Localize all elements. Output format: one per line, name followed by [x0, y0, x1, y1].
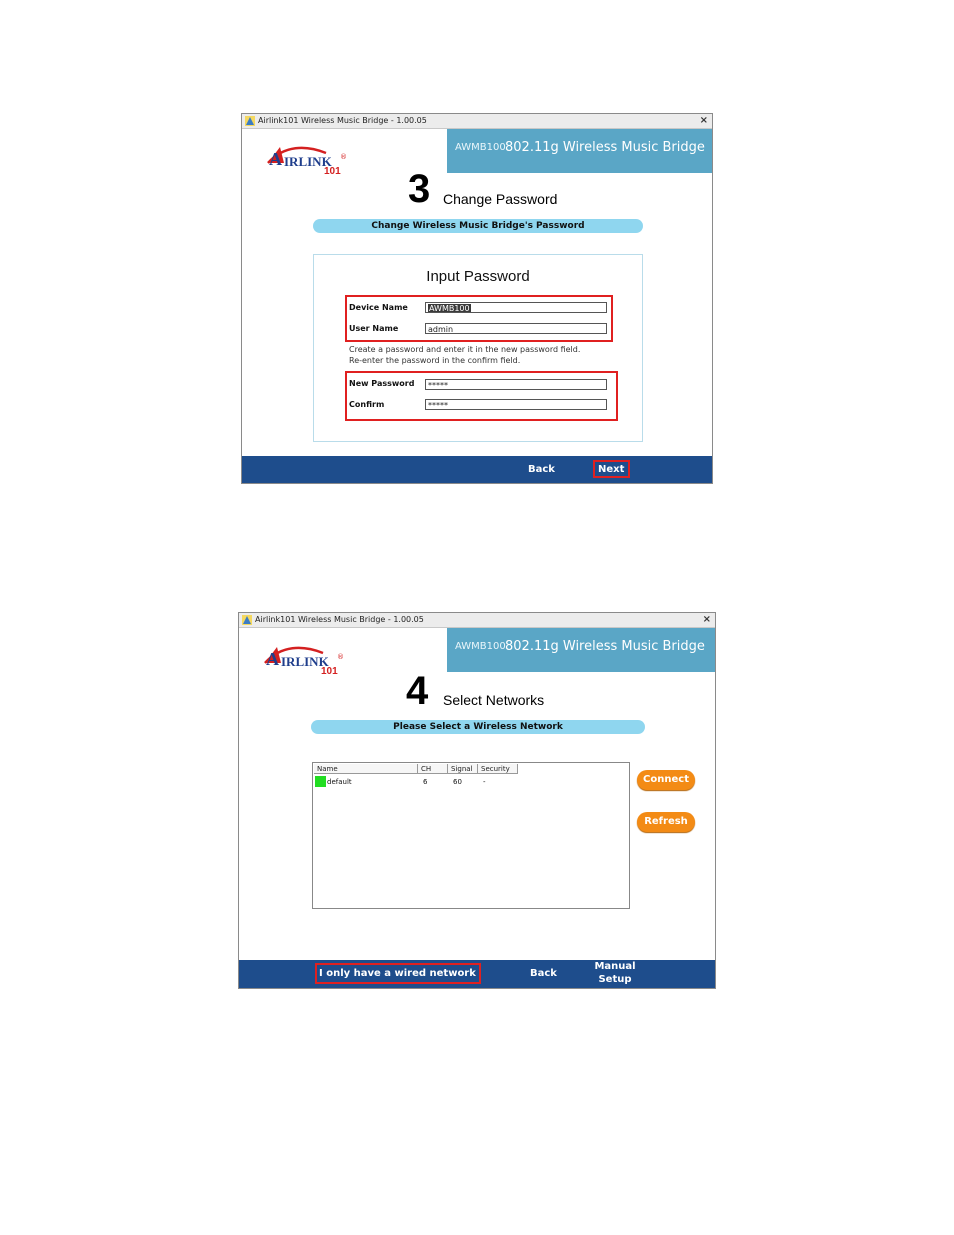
app-icon — [245, 116, 255, 126]
title-bar: Airlink101 Wireless Music Bridge - 1.00.… — [239, 613, 715, 628]
column-header-security[interactable]: Security — [478, 764, 518, 774]
new-password-field[interactable]: ***** — [425, 379, 607, 390]
step-number: 4 — [406, 669, 429, 713]
network-list[interactable]: Name CH Signal Security default 6 60 - — [312, 762, 630, 909]
product-header-band: AWMB100 802.11g Wireless Music Bridge — [447, 129, 712, 173]
refresh-button[interactable]: Refresh — [637, 812, 695, 832]
model-name: AWMB100 — [455, 142, 506, 153]
product-header-band: AWMB100 802.11g Wireless Music Bridge — [447, 628, 715, 672]
column-header-ch[interactable]: CH — [418, 764, 448, 774]
logo-reg-mark: ® — [340, 153, 347, 161]
manual-setup-line2: Setup — [598, 974, 632, 985]
confirm-password-field[interactable]: ***** — [425, 399, 607, 410]
window-title: Airlink101 Wireless Music Bridge - 1.00.… — [258, 116, 427, 125]
password-hint-line2: Re-enter the password in the confirm fie… — [349, 356, 521, 365]
footer-bar: I only have a wired network Back Manual … — [239, 960, 715, 988]
setup-window-select-networks: Airlink101 Wireless Music Bridge - 1.00.… — [238, 612, 716, 989]
back-button[interactable]: Back — [530, 968, 557, 979]
user-name-field[interactable]: admin — [425, 323, 607, 334]
step-title: Change Password — [443, 191, 558, 207]
airlink-logo: A IRLINK ® 101 — [266, 143, 348, 179]
input-password-panel: Input Password Device Name AWMB100 User … — [313, 254, 643, 442]
wired-network-button[interactable]: I only have a wired network — [319, 968, 476, 979]
product-name: 802.11g Wireless Music Bridge — [505, 639, 705, 654]
logo-number: 101 — [324, 166, 341, 177]
close-icon[interactable]: × — [700, 114, 708, 128]
step-number: 3 — [408, 167, 431, 211]
password-hint-line1: Create a password and enter it in the ne… — [349, 345, 581, 354]
step-title: Select Networks — [443, 692, 545, 708]
window-title: Airlink101 Wireless Music Bridge - 1.00.… — [255, 615, 424, 624]
panel-title: Input Password — [426, 268, 530, 285]
product-name: 802.11g Wireless Music Bridge — [505, 140, 705, 155]
logo-reg-mark: ® — [337, 653, 344, 661]
security-cell: - — [483, 778, 486, 786]
airlink-logo: A IRLINK ® 101 — [263, 643, 345, 679]
device-name-value: AWMB100 — [428, 304, 471, 313]
channel-cell: 6 — [423, 778, 428, 786]
setup-window-change-password: Airlink101 Wireless Music Bridge - 1.00.… — [241, 113, 713, 484]
table-row[interactable]: default 6 60 - — [314, 776, 628, 788]
section-banner: Change Wireless Music Bridge's Password — [313, 219, 643, 233]
new-password-label: New Password — [349, 379, 415, 388]
logo-letter-a: A — [269, 149, 282, 169]
column-header-name[interactable]: Name — [314, 764, 418, 774]
signal-status-icon — [315, 776, 326, 787]
section-banner: Please Select a Wireless Network — [311, 720, 645, 734]
device-name-label: Device Name — [349, 303, 408, 312]
column-header-signal[interactable]: Signal — [448, 764, 478, 774]
confirm-label: Confirm — [349, 400, 385, 409]
signal-cell: 60 — [453, 778, 462, 786]
logo-letter-a: A — [266, 649, 279, 669]
footer-bar: Back Next — [242, 456, 712, 483]
connect-button[interactable]: Connect — [637, 770, 695, 790]
app-icon — [242, 615, 252, 625]
next-button[interactable]: Next — [598, 464, 624, 475]
user-name-label: User Name — [349, 324, 399, 333]
model-name: AWMB100 — [455, 641, 506, 652]
logo-number: 101 — [321, 666, 338, 677]
manual-setup-button[interactable]: Manual Setup — [589, 961, 641, 987]
manual-setup-line1: Manual — [594, 961, 636, 972]
title-bar: Airlink101 Wireless Music Bridge - 1.00.… — [242, 114, 712, 129]
device-name-field[interactable]: AWMB100 — [425, 302, 607, 313]
network-name-cell: default — [327, 778, 352, 786]
back-button[interactable]: Back — [528, 464, 555, 475]
close-icon[interactable]: × — [703, 613, 711, 627]
